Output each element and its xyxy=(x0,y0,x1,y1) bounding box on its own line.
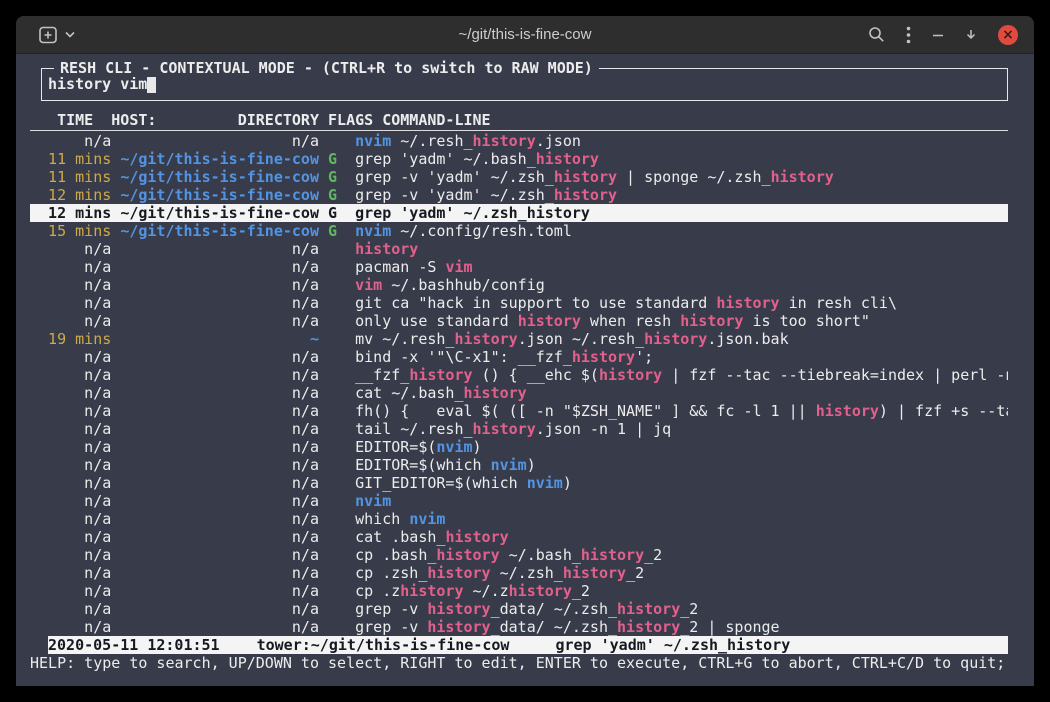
kebab-menu-icon xyxy=(906,26,911,44)
history-row[interactable]: n/a n/a history xyxy=(30,240,1008,258)
minimize-icon xyxy=(932,29,944,41)
new-tab-button[interactable] xyxy=(38,25,58,45)
history-row[interactable]: n/a n/a nvim xyxy=(30,492,1008,510)
history-row[interactable]: n/a n/a which nvim xyxy=(30,510,1008,528)
search-box-title: RESH CLI - CONTEXTUAL MODE - (CTRL+R to … xyxy=(54,59,599,77)
history-row[interactable]: n/a n/a cp .zsh_history ~/.zsh_history_2 xyxy=(30,564,1008,582)
history-row[interactable]: n/a n/a cp .zhistory ~/.zhistory_2 xyxy=(30,582,1008,600)
history-row[interactable]: n/a n/a EDITOR=$(nvim) xyxy=(30,438,1008,456)
menu-button[interactable] xyxy=(906,26,911,44)
history-row[interactable]: n/a n/a cp .bash_history ~/.bash_history… xyxy=(30,546,1008,564)
history-row[interactable]: n/a n/a nvim ~/.resh_history.json xyxy=(30,132,1008,150)
history-row[interactable]: n/a n/a git ca "hack in support to use s… xyxy=(30,294,1008,312)
status-command: grep 'yadm' ~/.zsh_history xyxy=(555,636,790,654)
table-header: TIME HOST: DIRECTORY FLAGS COMMAND-LINE xyxy=(30,111,1008,131)
history-row[interactable]: n/a n/a cat .bash_history xyxy=(30,528,1008,546)
close-button[interactable]: × xyxy=(998,25,1018,45)
history-row[interactable]: n/a n/a EDITOR=$(which nvim) xyxy=(30,456,1008,474)
history-row[interactable]: 11 mins ~/git/this-is-fine-cow G grep -v… xyxy=(30,168,1008,186)
history-row[interactable]: n/a n/a bind -x '"\C-x1": __fzf_history'… xyxy=(30,348,1008,366)
close-icon: × xyxy=(998,25,1018,45)
unmaximize-button[interactable] xyxy=(965,29,977,41)
history-row[interactable]: n/a n/a __fzf_history () { __ehc $(histo… xyxy=(30,366,1008,384)
history-row[interactable]: 12 mins ~/git/this-is-fine-cow G grep -v… xyxy=(30,186,1008,204)
status-location: tower:~/git/this-is-fine-cow xyxy=(257,636,510,654)
history-row[interactable]: n/a n/a tail ~/.resh_history.json -n 1 |… xyxy=(30,420,1008,438)
status-bar: 2020-05-11 12:01:51 tower:~/git/this-is-f… xyxy=(48,636,1008,654)
terminal-screen[interactable]: RESH CLI - CONTEXTUAL MODE - (CTRL+R to … xyxy=(16,54,1034,686)
history-row[interactable]: n/a n/a cat ~/.bash_history xyxy=(30,384,1008,402)
history-row[interactable]: n/a n/a fh() { eval $( ([ -n "$ZSH_NAME"… xyxy=(30,402,1008,420)
status-date: 2020-05-11 12:01:51 xyxy=(48,636,220,654)
history-row[interactable]: 19 mins ~ mv ~/.resh_history.json ~/.res… xyxy=(30,330,1008,348)
desktop-background: ~/git/this-is-fine-cow xyxy=(0,0,1050,702)
titlebar-left-controls xyxy=(38,25,75,45)
resh-search-box: RESH CLI - CONTEXTUAL MODE - (CTRL+R to … xyxy=(41,68,1008,101)
unmaximize-icon xyxy=(965,29,977,41)
history-row[interactable]: n/a n/a pacman -S vim xyxy=(30,258,1008,276)
chevron-down-icon xyxy=(65,31,75,38)
history-row[interactable]: 11 mins ~/git/this-is-fine-cow G grep 'y… xyxy=(30,150,1008,168)
search-query: history vim xyxy=(48,75,147,93)
text-cursor xyxy=(147,77,156,93)
minimize-button[interactable] xyxy=(932,29,944,41)
tab-dropdown-button[interactable] xyxy=(65,31,75,38)
search-input[interactable]: history vim xyxy=(48,75,1007,93)
history-row[interactable]: n/a n/a grep -v history_data/ ~/.zsh_his… xyxy=(30,600,1008,618)
history-row[interactable]: 12 mins ~/git/this-is-fine-cow G grep 'y… xyxy=(30,204,1008,222)
history-row[interactable]: 15 mins ~/git/this-is-fine-cow G nvim ~/… xyxy=(30,222,1008,240)
search-button[interactable] xyxy=(868,26,885,43)
history-table-rows: n/a n/a nvim ~/.resh_history.json 11 min… xyxy=(30,132,1008,636)
history-row[interactable]: n/a n/a vim ~/.bashhub/config xyxy=(30,276,1008,294)
titlebar[interactable]: ~/git/this-is-fine-cow xyxy=(16,16,1034,54)
new-tab-icon xyxy=(38,25,58,45)
history-row[interactable]: n/a n/a GIT_EDITOR=$(which nvim) xyxy=(30,474,1008,492)
history-row[interactable]: n/a n/a grep -v history_data/ ~/.zsh_his… xyxy=(30,618,1008,636)
titlebar-right-controls: × xyxy=(868,25,1018,45)
search-icon xyxy=(868,26,885,43)
terminal-window: ~/git/this-is-fine-cow xyxy=(16,16,1034,686)
help-bar: HELP: type to search, UP/DOWN to select,… xyxy=(30,654,1008,672)
history-row[interactable]: n/a n/a only use standard history when r… xyxy=(30,312,1008,330)
